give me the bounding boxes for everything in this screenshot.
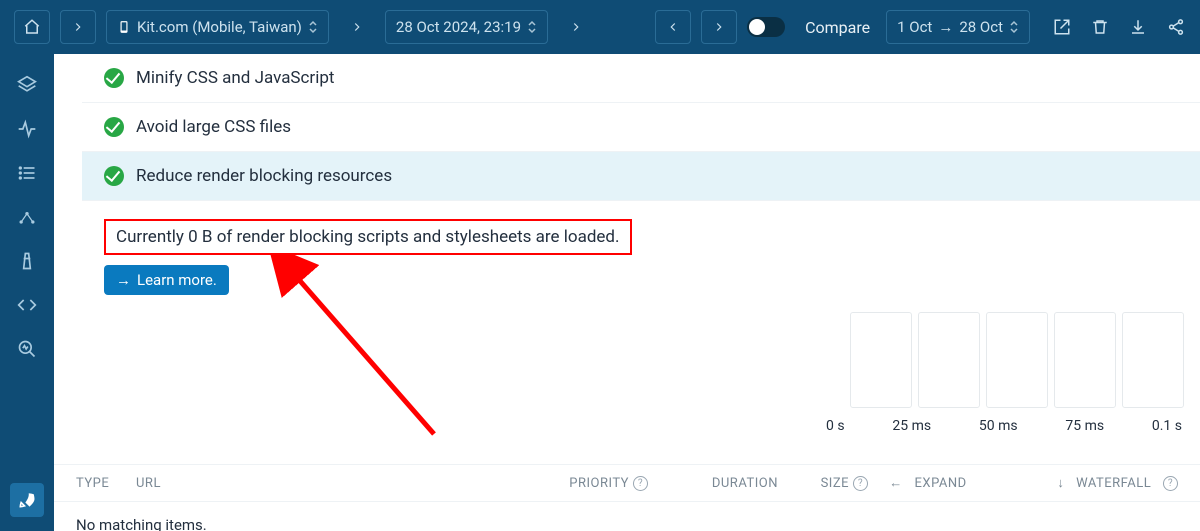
rail-rocket[interactable]: [10, 483, 44, 517]
check-icon: [104, 117, 124, 137]
side-rail: [0, 54, 54, 531]
audit-label: Reduce render blocking resources: [136, 166, 392, 186]
tick-label: 75 ms: [1065, 418, 1104, 434]
up-down-icon: [527, 20, 537, 34]
chevron-right-icon: [569, 20, 583, 34]
filmstrip-frame[interactable]: [986, 312, 1048, 408]
rail-inspect[interactable]: [10, 332, 44, 366]
check-icon: [104, 166, 124, 186]
up-down-icon: [1009, 20, 1019, 34]
range-from: 1 Oct: [897, 18, 932, 36]
chevron-right-icon: [712, 20, 726, 34]
filmstrip-frame[interactable]: [1054, 312, 1116, 408]
arrow-right-icon: →: [116, 271, 131, 289]
chevron-right-icon: [71, 20, 85, 34]
phone-icon: [117, 18, 131, 36]
col-waterfall[interactable]: ↓ WATERFALL ?: [988, 475, 1178, 491]
detail-summary: Currently 0 B of render blocking scripts…: [104, 219, 632, 255]
top-bar: Kit.com (Mobile, Taiwan) 28 Oct 2024, 23…: [0, 0, 1200, 54]
download-button[interactable]: [1128, 17, 1148, 37]
rail-list[interactable]: [10, 156, 44, 190]
share-icon: [1167, 18, 1185, 36]
rail-lighthouse[interactable]: [10, 244, 44, 278]
range-to: 28 Oct: [959, 18, 1003, 36]
audit-row[interactable]: Minify CSS and JavaScript: [82, 54, 1200, 103]
code-icon: [17, 295, 37, 315]
search-chart-icon: [17, 339, 37, 359]
audit-row[interactable]: Reduce render blocking resources: [82, 152, 1200, 201]
timeline-ticks: 0 s 25 ms 50 ms 75 ms 0.1 s: [824, 418, 1184, 434]
breadcrumb-sep: [339, 10, 375, 44]
rail-code[interactable]: [10, 288, 44, 322]
col-duration[interactable]: DURATION: [648, 476, 778, 491]
rail-pulse[interactable]: [10, 112, 44, 146]
filmstrip: 0 s 25 ms 50 ms 75 ms 0.1 s: [824, 312, 1184, 434]
layers-icon: [17, 75, 37, 95]
audit-label: Avoid large CSS files: [136, 117, 291, 137]
arrow-left-icon: ←: [889, 475, 903, 491]
col-priority[interactable]: PRIORITY?: [538, 476, 648, 491]
tick-label: 0.1 s: [1152, 418, 1182, 434]
audit-label: Minify CSS and JavaScript: [136, 68, 334, 88]
filmstrip-frame[interactable]: [1122, 312, 1184, 408]
next-button[interactable]: [701, 10, 737, 44]
col-size[interactable]: SIZE?: [778, 476, 868, 491]
tick-label: 25 ms: [892, 418, 931, 434]
arrow-down-icon: ↓: [1057, 475, 1064, 491]
tick-label: 50 ms: [979, 418, 1018, 434]
up-down-icon: [308, 20, 318, 34]
share-button[interactable]: [1166, 17, 1186, 37]
col-url[interactable]: URL: [136, 476, 538, 491]
audit-detail: Currently 0 B of render blocking scripts…: [82, 201, 1200, 295]
check-icon: [104, 68, 124, 88]
trash-icon: [1091, 18, 1109, 36]
site-selector[interactable]: Kit.com (Mobile, Taiwan): [106, 10, 329, 44]
download-icon: [1129, 18, 1147, 36]
filmstrip-frame[interactable]: [850, 312, 912, 408]
open-external-button[interactable]: [1052, 17, 1072, 37]
compare-label: Compare: [805, 18, 870, 37]
empty-state: No matching items.: [54, 500, 229, 531]
list-icon: [17, 163, 37, 183]
lighthouse-icon: [17, 251, 37, 271]
rocket-icon: [17, 490, 37, 510]
learn-more-label: Learn more.: [137, 271, 217, 289]
help-icon[interactable]: ?: [633, 476, 648, 491]
prev-button[interactable]: [655, 10, 691, 44]
breadcrumb-sep-2: [558, 10, 594, 44]
chevron-left-icon: [666, 20, 680, 34]
site-label: Kit.com (Mobile, Taiwan): [137, 18, 302, 36]
col-expand[interactable]: ← EXPAND: [868, 475, 988, 491]
table-header-row: TYPE URL PRIORITY? DURATION SIZE? ← EXPA…: [54, 464, 1200, 502]
col-type[interactable]: TYPE: [76, 476, 136, 491]
date-range-selector[interactable]: 1 Oct → 28 Oct: [886, 10, 1030, 44]
audit-row[interactable]: Avoid large CSS files: [82, 103, 1200, 152]
tick-label: 0 s: [826, 418, 845, 434]
date-selector[interactable]: 28 Oct 2024, 23:19: [385, 10, 548, 44]
help-icon[interactable]: ?: [1163, 476, 1178, 491]
date-label: 28 Oct 2024, 23:19: [396, 18, 521, 36]
network-icon: [17, 207, 37, 227]
learn-more-button[interactable]: → Learn more.: [104, 265, 229, 295]
filmstrip-frame[interactable]: [918, 312, 980, 408]
home-icon: [23, 18, 41, 36]
audit-list: Minify CSS and JavaScript Avoid large CSS…: [82, 54, 1200, 201]
home-button[interactable]: [14, 10, 50, 44]
help-icon[interactable]: ?: [853, 476, 868, 491]
chevron-right-icon: [350, 20, 364, 34]
rail-layers[interactable]: [10, 68, 44, 102]
compare-toggle[interactable]: [747, 17, 785, 37]
nav-forward-button[interactable]: [60, 10, 96, 44]
main-content: Minify CSS and JavaScript Avoid large CSS…: [54, 54, 1200, 531]
activity-icon: [17, 119, 37, 139]
external-link-icon: [1053, 18, 1071, 36]
arrow-right-icon: →: [938, 18, 953, 36]
rail-network[interactable]: [10, 200, 44, 234]
delete-button[interactable]: [1090, 17, 1110, 37]
